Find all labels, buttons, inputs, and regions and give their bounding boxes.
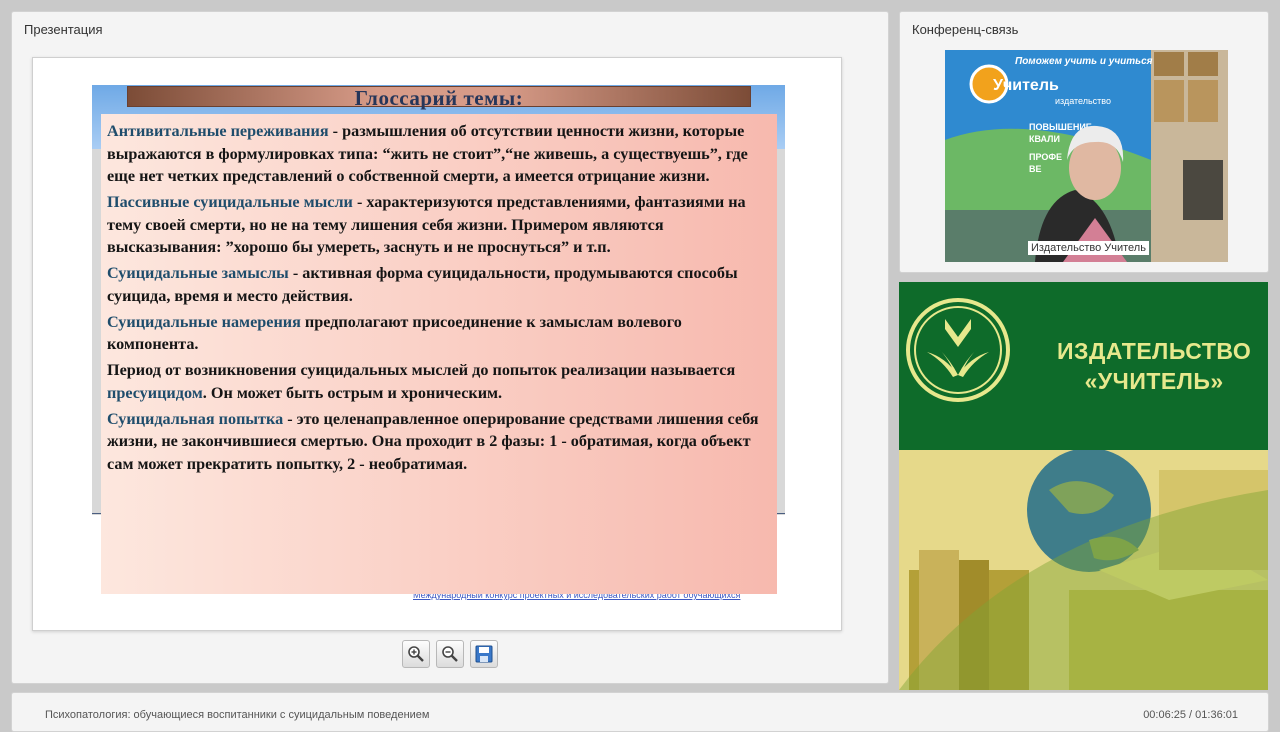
video-feed[interactable]: Учитель Поможем учить и учиться издатель…: [945, 50, 1228, 262]
banner-subtitle: издательство: [1055, 96, 1111, 106]
publisher-name-line1: ИЗДАТЕЛЬСТВО: [1057, 338, 1252, 364]
presentation-panel: Презентация Международный конкурс проект…: [11, 11, 889, 684]
glossary-term: Суицидальные намерения: [107, 312, 301, 331]
glossary-term: Антивитальные переживания: [107, 122, 329, 140]
slide-body: Антивитальные переживания - размышления …: [101, 114, 777, 594]
publisher-logo-icon: [906, 298, 1010, 402]
banner-brand: Учитель: [993, 77, 1059, 94]
glossary-term: Суицидальные замыслы: [107, 264, 289, 282]
video-caption: Издательство Учитель: [1028, 241, 1149, 255]
video-frame-image: Учитель Поможем учить и учиться издатель…: [945, 50, 1228, 262]
glossary-prefix: Период от возникновения суицидальных мыс…: [107, 361, 736, 379]
banner-item: ПРОФЕ: [1029, 152, 1062, 162]
glossary-term: Суицидальная попытка: [107, 409, 284, 428]
webinar-title: Психопатология: обучающиеся воспитанники…: [45, 709, 430, 721]
glossary-entry: Суицидальная попытка - это целенаправлен…: [107, 408, 771, 476]
glossary-entry: Пассивные суицидальные мысли - характери…: [107, 191, 771, 259]
glossary-entry: Суицидальные намерения предполагают прис…: [107, 311, 771, 356]
publisher-name: ИЗДАТЕЛЬСТВО «УЧИТЕЛЬ»: [1057, 336, 1251, 396]
banner-item: ВЕ: [1029, 164, 1042, 174]
playback-time: 00:06:25 / 01:36:01: [1143, 709, 1238, 721]
conference-panel-title: Конференц-связь: [912, 22, 1019, 37]
save-button[interactable]: [470, 640, 498, 668]
slide-frame: Международный конкурс проектных и исслед…: [32, 57, 842, 631]
conference-panel: Конференц-связь Учитель Поможем учить и …: [899, 11, 1269, 273]
zoom-out-icon: [442, 646, 458, 662]
publisher-ad-panel: ИЗДАТЕЛЬСТВО «УЧИТЕЛЬ»: [899, 282, 1268, 690]
presentation-panel-title: Презентация: [24, 22, 103, 37]
banner-slogan: Поможем учить и учиться: [1015, 56, 1153, 67]
slide-heading: Глоссарий темы:: [354, 86, 524, 110]
books-globe-illustration: [899, 448, 1268, 690]
books-globe-image: [899, 448, 1268, 690]
zoom-in-icon: [408, 646, 424, 662]
slide-title-bar: Глоссарий темы:: [127, 86, 751, 110]
glossary-entry: Антивитальные переживания - размышления …: [107, 120, 771, 188]
slide-toolbar: [402, 640, 498, 668]
glossary-definition: . Он может быть острым и хроническим.: [202, 383, 503, 402]
zoom-in-button[interactable]: [402, 640, 430, 668]
floppy-disk-icon: [475, 645, 493, 663]
banner-item: КВАЛИ: [1029, 134, 1060, 144]
zoom-out-button[interactable]: [436, 640, 464, 668]
status-bar: Психопатология: обучающиеся воспитанники…: [11, 692, 1269, 732]
glossary-term: пресуицидом: [107, 383, 203, 402]
glossary-term: Пассивные суицидальные мысли: [107, 193, 353, 211]
publisher-name-line2: «УЧИТЕЛЬ»: [1084, 368, 1224, 394]
glossary-entry: Период от возникновения суицидальных мыс…: [107, 359, 771, 404]
glossary-entry: Суицидальные замыслы - активная форма су…: [107, 262, 771, 307]
publisher-banner: ИЗДАТЕЛЬСТВО «УЧИТЕЛЬ»: [899, 282, 1268, 450]
